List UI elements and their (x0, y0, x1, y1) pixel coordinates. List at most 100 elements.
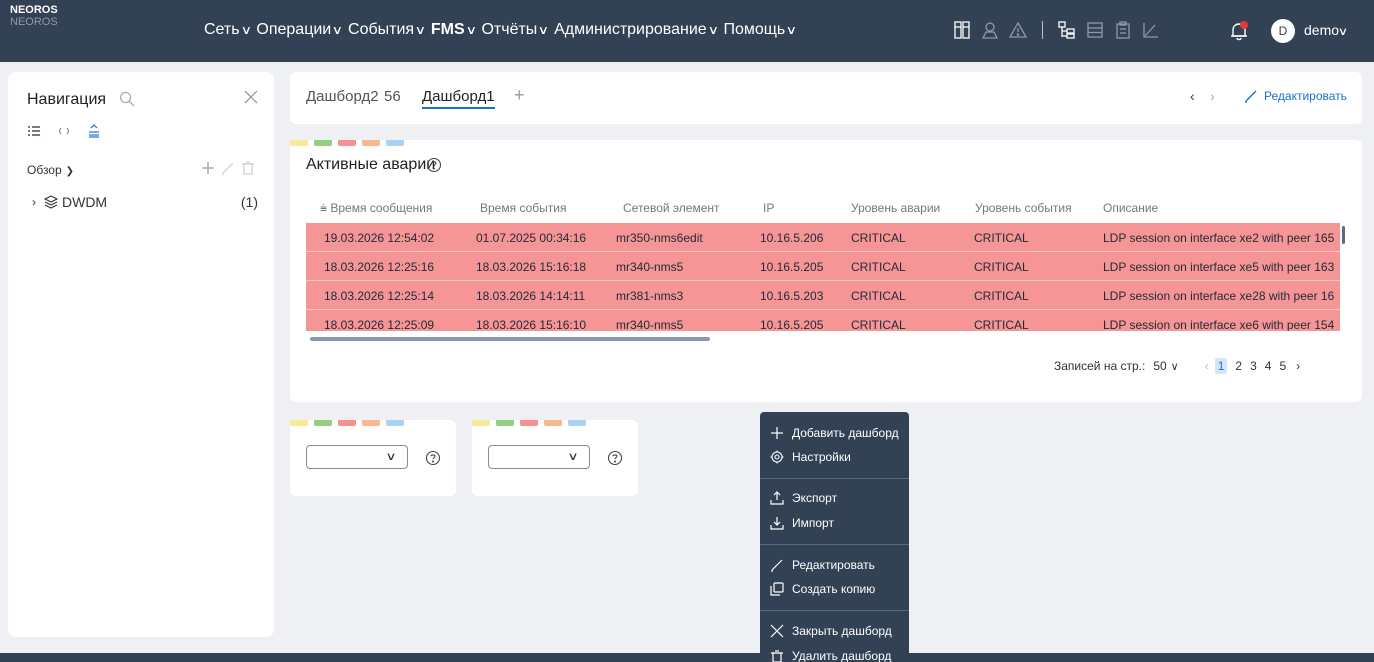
menu-export[interactable]: Экспорт (770, 491, 837, 505)
menu-import[interactable]: Импорт (770, 516, 834, 530)
pencil-icon[interactable] (220, 160, 236, 176)
menu-item-reports[interactable]: Отчёты∨ (481, 21, 549, 39)
help-icon[interactable] (426, 157, 442, 173)
menu-item-network[interactable]: Сеть∨ (204, 21, 252, 39)
close-icon[interactable] (242, 88, 260, 106)
logo[interactable]: NEOROS NEOROS (10, 4, 58, 28)
view-label: Обзор (27, 163, 62, 177)
clipboard-icon[interactable] (1113, 20, 1133, 40)
flag-yellow[interactable] (290, 420, 308, 426)
flag-orange[interactable] (544, 420, 562, 426)
list-view-icon[interactable] (27, 124, 41, 138)
user-menu[interactable]: demo∨ (1304, 22, 1348, 38)
flag-red[interactable] (520, 420, 538, 426)
flag-blue[interactable] (386, 140, 404, 146)
menu-label: События (348, 21, 415, 38)
map-location-icon[interactable] (980, 20, 1000, 40)
chevron-left-icon[interactable]: ‹ (1205, 359, 1209, 373)
help-icon[interactable] (425, 450, 441, 466)
edit-dashboard-button[interactable]: Редактировать (1244, 89, 1347, 103)
menu-item-operations[interactable]: Операции∨ (256, 21, 343, 39)
flag-green[interactable] (314, 420, 332, 426)
vertical-scrollbar[interactable] (1342, 226, 1345, 244)
table-header: ⩧ Время сообщения Время события Сетевой … (306, 198, 1346, 216)
import-icon (770, 516, 784, 530)
page-5[interactable]: 5 (1279, 359, 1286, 373)
menu-duplicate[interactable]: Создать копию (770, 582, 875, 596)
horizontal-scrollbar[interactable] (310, 337, 710, 341)
chevron-right-icon[interactable]: › (1210, 88, 1215, 104)
flag-orange[interactable] (362, 420, 380, 426)
chevron-left-icon[interactable]: ‹ (1190, 88, 1195, 104)
table-row[interactable]: 18.03.2026 12:25:16 18.03.2026 15:16:18 … (306, 252, 1340, 281)
chevron-right-icon[interactable]: › (32, 195, 36, 209)
trash-icon[interactable] (240, 160, 256, 176)
page-3[interactable]: 3 (1250, 359, 1257, 373)
menu-item-fms[interactable]: FMS∨ (431, 21, 477, 39)
per-page-label: Записей на стр.: (1054, 359, 1146, 373)
flag-red[interactable] (338, 420, 356, 426)
add-tab-button[interactable]: + (514, 85, 525, 106)
column-header-alarm-level[interactable]: Уровень аварии (851, 201, 940, 215)
tree-item-dwdm[interactable]: › DWDM (1) (32, 194, 258, 210)
flag-yellow[interactable] (472, 420, 490, 426)
view-selector[interactable]: Обзор ❯ (27, 163, 74, 177)
search-icon[interactable] (118, 90, 136, 108)
column-header-message-time[interactable]: ⩧ Время сообщения (320, 201, 432, 216)
menu-item-help[interactable]: Помощь∨ (723, 21, 797, 39)
avatar[interactable]: D (1271, 19, 1295, 43)
column-header-description[interactable]: Описание (1103, 201, 1158, 215)
page-4[interactable]: 4 (1265, 359, 1272, 373)
navigation-panel: Навигация Обзор ❯ › DWDM (1) (8, 72, 274, 637)
tree-actions (200, 160, 256, 176)
tab-dashboard2[interactable]: Дашборд2 (306, 88, 379, 105)
flag-blue[interactable] (386, 420, 404, 426)
cell-event-time: 18.03.2026 15:16:18 (476, 260, 587, 274)
tab-dashboard1[interactable]: Дашборд1 (422, 88, 495, 109)
flag-yellow[interactable] (290, 140, 308, 146)
column-header-network-element[interactable]: Сетевой элемент (623, 201, 720, 215)
menu-divider (760, 544, 909, 545)
menu-label: Создать копию (792, 582, 876, 596)
flag-orange[interactable] (362, 140, 380, 146)
select-dropdown[interactable]: ∨ (488, 445, 590, 469)
chevron-right-icon[interactable]: › (1296, 359, 1300, 373)
flag-green[interactable] (496, 420, 514, 426)
flag-green[interactable] (314, 140, 332, 146)
menu-delete-dashboard[interactable]: Удалить дашборд (770, 649, 891, 662)
tab-56[interactable]: 56 (384, 88, 401, 105)
help-icon[interactable] (607, 450, 623, 466)
column-header-ip[interactable]: IP (763, 201, 774, 215)
select-dropdown[interactable]: ∨ (306, 445, 408, 469)
menu-item-administration[interactable]: Администрирование∨ (554, 21, 719, 39)
table-row[interactable]: 18.03.2026 12:25:09 18.03.2026 15:16:10 … (306, 310, 1340, 331)
device-rack-icon[interactable] (952, 20, 972, 40)
collapse-all-icon[interactable] (87, 124, 101, 138)
chart-icon[interactable] (1141, 20, 1161, 40)
menu-item-events[interactable]: События∨ (348, 21, 426, 39)
add-icon[interactable] (200, 160, 216, 176)
page-1[interactable]: 1 (1214, 358, 1228, 374)
refresh-icon[interactable] (57, 124, 71, 138)
sort-icon[interactable]: ⩧ (320, 201, 330, 215)
warning-icon[interactable] (1008, 20, 1028, 40)
menu-close-dashboard[interactable]: Закрыть дашборд (770, 624, 892, 638)
notification-bell-icon[interactable] (1228, 20, 1250, 42)
column-header-event-level[interactable]: Уровень события (975, 201, 1072, 215)
table-row[interactable]: 18.03.2026 12:25:14 18.03.2026 14:14:11 … (306, 281, 1340, 310)
list-table-icon[interactable] (1085, 20, 1105, 40)
column-header-event-time[interactable]: Время события (480, 201, 566, 215)
cell-ip: 10.16.5.205 (760, 318, 824, 331)
table-row[interactable]: 19.03.2026 12:54:02 01.07.2025 00:34:16 … (306, 223, 1340, 252)
page-2[interactable]: 2 (1235, 359, 1242, 373)
menu-label: Редактировать (792, 558, 875, 572)
per-page-select[interactable]: 50 ∨ (1153, 359, 1178, 373)
menu-settings[interactable]: Настройки (770, 450, 851, 464)
menu-edit[interactable]: Редактировать (770, 558, 875, 572)
menu-add-dashboard[interactable]: Добавить дашборд (770, 426, 899, 440)
flag-red[interactable] (338, 140, 356, 146)
edit-label: Редактировать (1264, 89, 1347, 103)
cell-message-time: 18.03.2026 12:25:16 (324, 260, 435, 274)
flag-blue[interactable] (568, 420, 586, 426)
hierarchy-icon[interactable] (1057, 20, 1077, 40)
